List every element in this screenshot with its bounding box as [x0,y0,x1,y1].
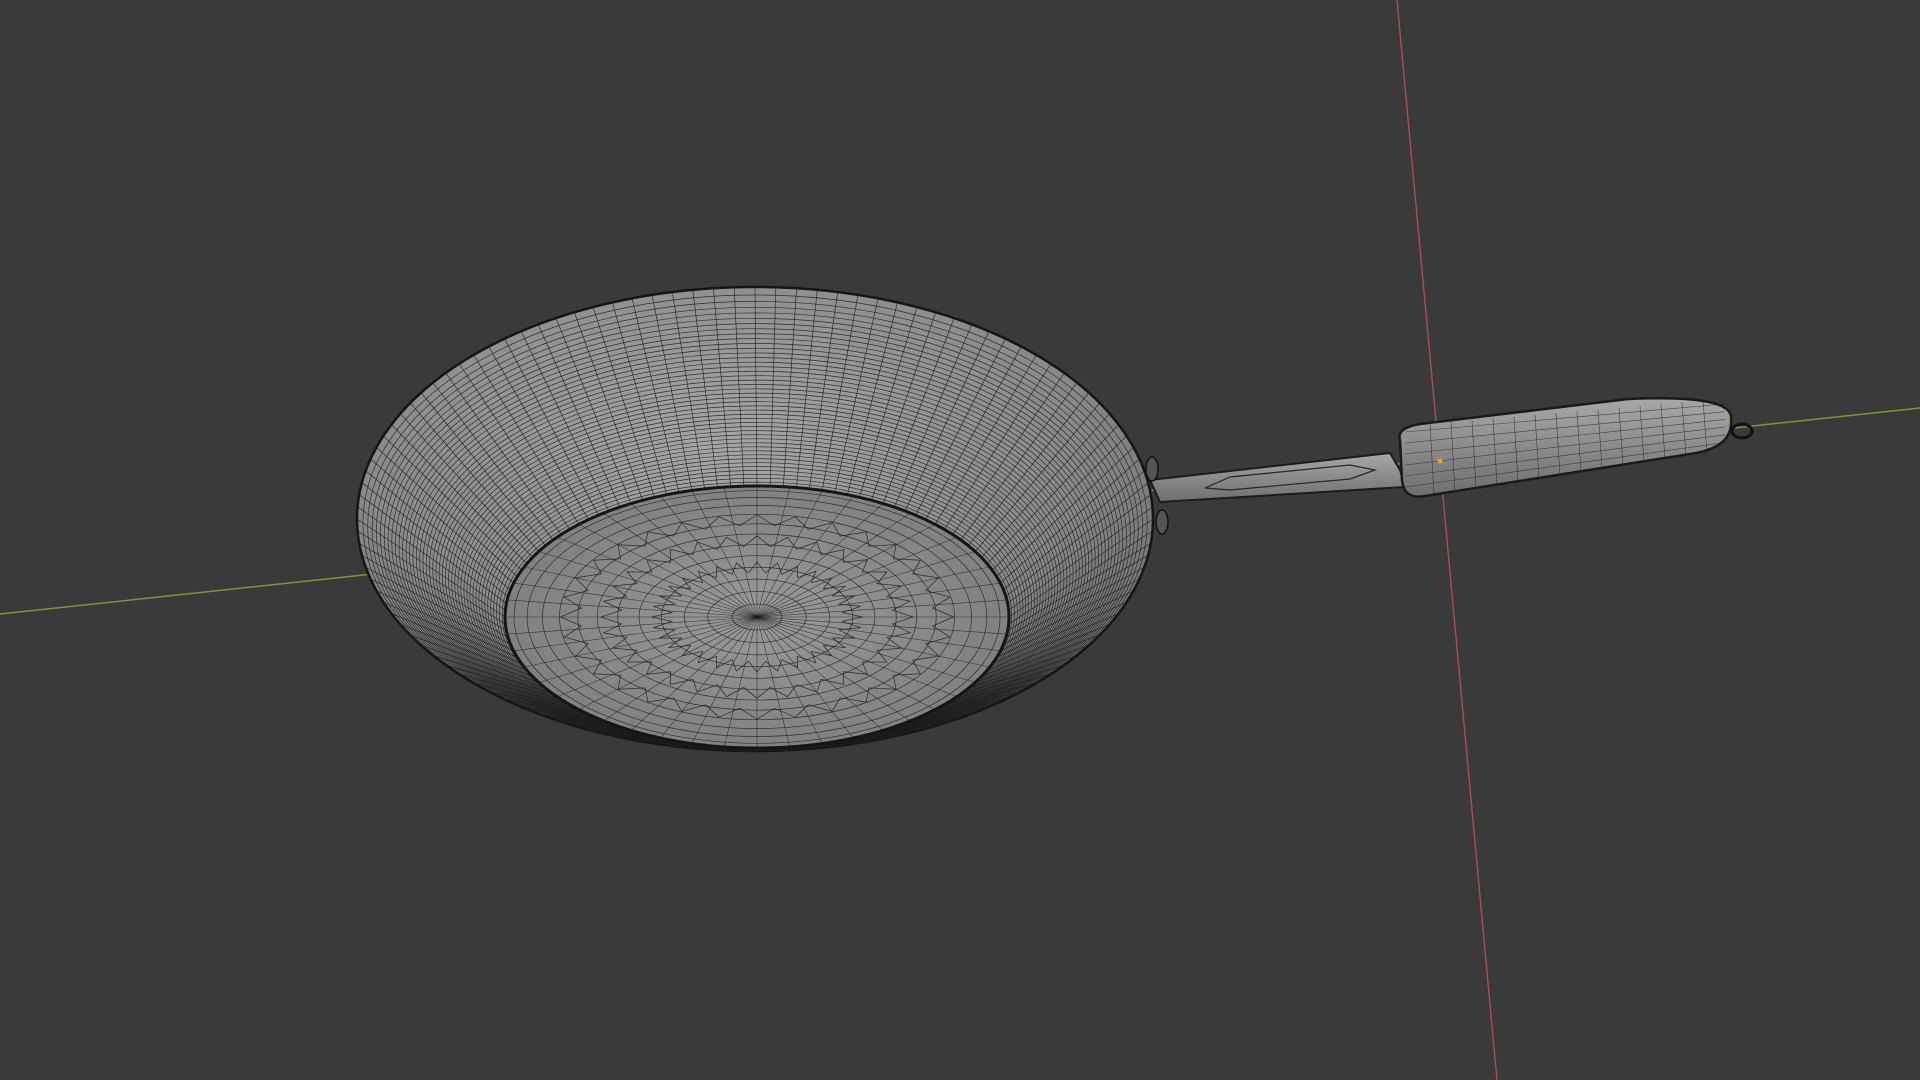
rivet-bottom [1155,509,1169,535]
viewport-canvas[interactable] [0,0,1920,1080]
rivet-top [1145,456,1159,482]
x-axis-line [1396,0,1498,1080]
handle-shaft [1148,451,1407,504]
handle-grip [1398,396,1733,498]
pan-body[interactable] [355,285,1169,753]
base-wireframe-spokes [505,486,1009,748]
pan-handle[interactable] [1148,396,1754,504]
3d-viewport[interactable] [0,0,1920,1080]
object-origin-marker[interactable] [1437,458,1443,464]
hanging-loop [1730,422,1754,440]
